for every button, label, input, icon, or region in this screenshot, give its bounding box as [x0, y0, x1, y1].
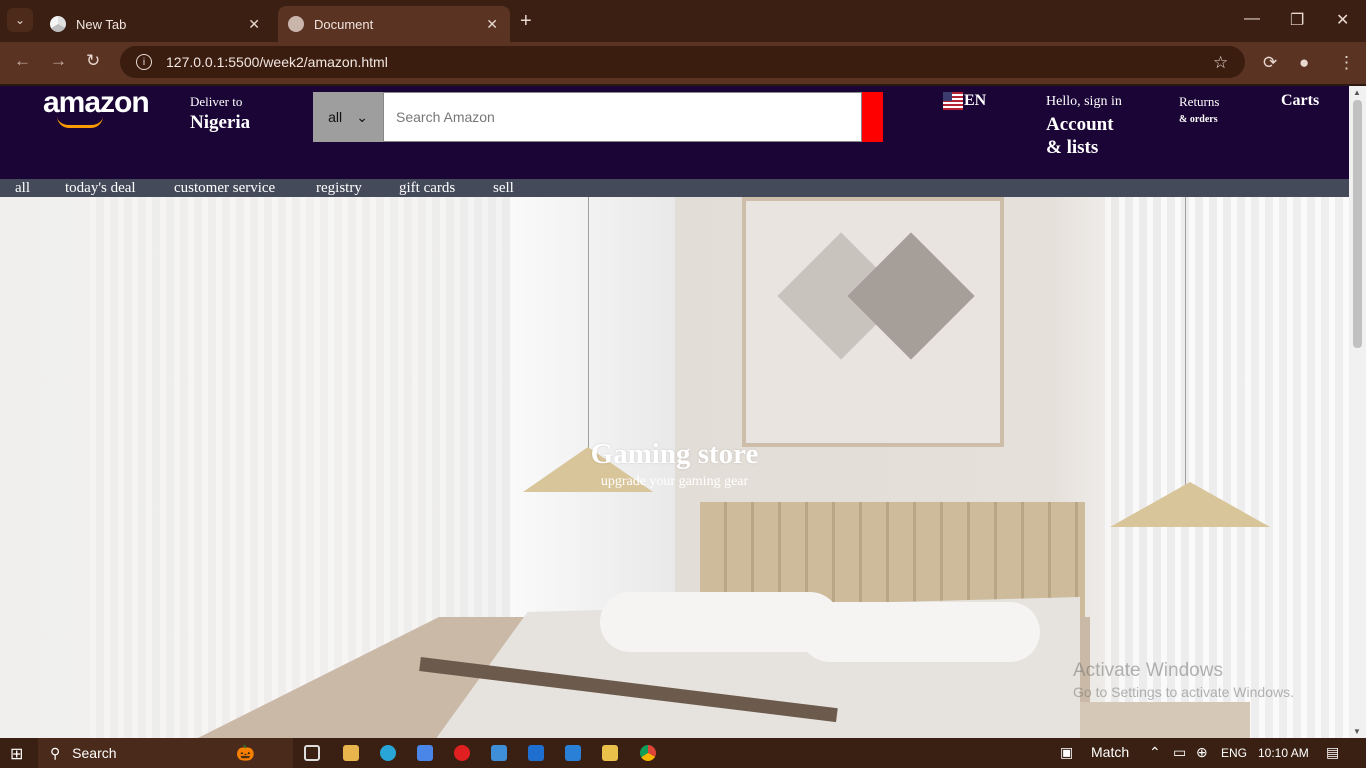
sub-navigation: all today's deal customer service regist…: [0, 179, 1349, 197]
weather-label[interactable]: Match: [1091, 744, 1129, 760]
edge-icon[interactable]: [380, 745, 396, 761]
scroll-up-icon[interactable]: ▲: [1353, 88, 1361, 97]
task-view-icon[interactable]: [304, 745, 320, 761]
file-explorer-icon[interactable]: [343, 745, 359, 761]
activate-windows-watermark: Activate Windows Go to Settings to activ…: [1073, 660, 1294, 700]
search-bar: all ⌄ Search Amazon: [313, 92, 883, 142]
page-viewport: amazon Deliver to Nigeria all ⌄ Search A…: [0, 86, 1349, 738]
account-label: Account & lists: [1046, 114, 1114, 158]
diamond-shape: [847, 232, 975, 360]
carts-label: Carts: [1281, 92, 1320, 109]
search-button[interactable]: [862, 92, 883, 142]
search-icon: ⚲: [50, 745, 61, 761]
subnav-item-registry[interactable]: registry: [316, 179, 362, 197]
chrome-icon[interactable]: [640, 745, 656, 761]
forward-icon[interactable]: →: [50, 51, 67, 71]
account-menu[interactable]: Hello, sign in Account & lists: [1046, 93, 1126, 159]
input-language[interactable]: ENG: [1221, 746, 1247, 760]
keyboard-icon[interactable]: [491, 745, 507, 761]
globe-icon: [288, 16, 304, 32]
amazon-logo[interactable]: amazon: [43, 86, 150, 128]
restore-icon[interactable]: ❐: [1290, 10, 1304, 30]
profile-icon[interactable]: ●: [1299, 53, 1309, 73]
chrome-icon: [50, 16, 66, 32]
logo-smile-icon: [57, 116, 103, 128]
windows-start-icon[interactable]: ⊞: [10, 744, 23, 764]
logo-text: amazon: [43, 86, 150, 119]
category-value: all: [328, 109, 343, 125]
url-text: 127.0.0.1:5500/week2/amazon.html: [166, 54, 388, 70]
subnav-item-todays-deal[interactable]: today's deal: [65, 179, 136, 197]
watermark-line1: Activate Windows: [1073, 660, 1223, 681]
search-category-select[interactable]: all ⌄: [313, 92, 383, 142]
site-header: amazon Deliver to Nigeria all ⌄ Search A…: [0, 86, 1349, 179]
page-scrollbar[interactable]: ▲ ▼: [1349, 86, 1366, 738]
bookmark-star-icon[interactable]: ☆: [1213, 53, 1228, 73]
tab-label: New Tab: [76, 16, 127, 32]
search-placeholder: Search Amazon: [396, 109, 495, 125]
language-globe-icon[interactable]: ⊕: [1196, 744, 1208, 761]
orders-label: & orders: [1179, 114, 1218, 125]
windows-taskbar: ⊞ ⚲ Search 🎃 ▣ Match ⌃ ▭ ⊕ ENG 10:10 AM …: [0, 738, 1366, 768]
close-tab-icon[interactable]: ✕: [486, 16, 498, 33]
back-icon[interactable]: ←: [14, 51, 31, 71]
cart-link[interactable]: Carts: [1281, 92, 1319, 110]
tab-search-button[interactable]: ⌄: [7, 8, 33, 32]
subnav-item-customer-service[interactable]: customer service: [174, 179, 275, 197]
reload-icon[interactable]: ↻: [86, 51, 100, 71]
minimize-icon[interactable]: —: [1244, 10, 1260, 28]
subnav-item-gift-cards[interactable]: gift cards: [399, 179, 455, 197]
deliver-location: Nigeria: [190, 112, 251, 133]
pumpkin-icon: 🎃: [236, 745, 255, 762]
widgets-icon[interactable]: ▣: [1060, 744, 1073, 761]
returns-label: Returns: [1179, 94, 1220, 109]
watermark-line2: Go to Settings to activate Windows.: [1073, 684, 1294, 700]
wall-art-frame: [742, 197, 1004, 447]
close-tab-icon[interactable]: ✕: [248, 16, 260, 33]
chevron-up-icon[interactable]: ⌃: [1149, 744, 1161, 761]
pillow: [800, 602, 1040, 662]
clock[interactable]: 10:10 AM: [1258, 746, 1309, 760]
scroll-down-icon[interactable]: ▼: [1353, 727, 1361, 736]
menu-kebab-icon[interactable]: ⋮: [1338, 53, 1355, 73]
tab-label: Document: [314, 16, 374, 32]
site-info-icon[interactable]: i: [136, 54, 152, 70]
chevron-down-icon: ⌄: [356, 108, 368, 125]
taskbar-search-label: Search: [72, 745, 117, 761]
account-greeting: Hello, sign in: [1046, 94, 1122, 109]
hero-subtitle: upgrade your gaming gear: [600, 474, 749, 489]
deliver-label: Deliver to: [190, 94, 243, 109]
subnav-item-all[interactable]: all: [15, 179, 30, 197]
language-label: EN: [964, 92, 987, 109]
address-bar[interactable]: i 127.0.0.1:5500/week2/amazon.html: [120, 46, 1245, 78]
app-icon[interactable]: [602, 745, 618, 761]
browser-toolbar: ← → ↻ i 127.0.0.1:5500/week2/amazon.html…: [0, 42, 1366, 84]
store-icon[interactable]: [417, 745, 433, 761]
extension-icon[interactable]: ⟳: [1263, 53, 1277, 73]
new-tab-button[interactable]: +: [520, 10, 532, 33]
nightstand: [1080, 702, 1250, 738]
language-selector[interactable]: EN: [943, 92, 986, 110]
hero-title: Gaming store: [590, 438, 759, 470]
us-flag-icon: [943, 92, 963, 110]
tab-new-tab[interactable]: New Tab ✕: [40, 6, 272, 42]
tab-document[interactable]: Document ✕: [278, 6, 510, 42]
browser-tab-strip: ⌄ New Tab ✕ Document ✕ + — ❐ ✕: [0, 0, 1366, 42]
vscode-icon[interactable]: [565, 745, 581, 761]
scrollbar-thumb[interactable]: [1353, 100, 1362, 348]
lamp-cord: [588, 197, 589, 452]
notification-icon[interactable]: ▤: [1326, 744, 1339, 761]
opera-icon[interactable]: [454, 745, 470, 761]
returns-orders[interactable]: Returns & orders: [1179, 94, 1219, 125]
subnav-item-sell[interactable]: sell: [493, 179, 514, 197]
close-window-icon[interactable]: ✕: [1336, 10, 1349, 30]
deliver-to[interactable]: Deliver to Nigeria: [190, 94, 250, 134]
search-input[interactable]: Search Amazon: [383, 92, 862, 142]
network-icon[interactable]: ▭: [1173, 744, 1186, 761]
mail-icon[interactable]: [528, 745, 544, 761]
